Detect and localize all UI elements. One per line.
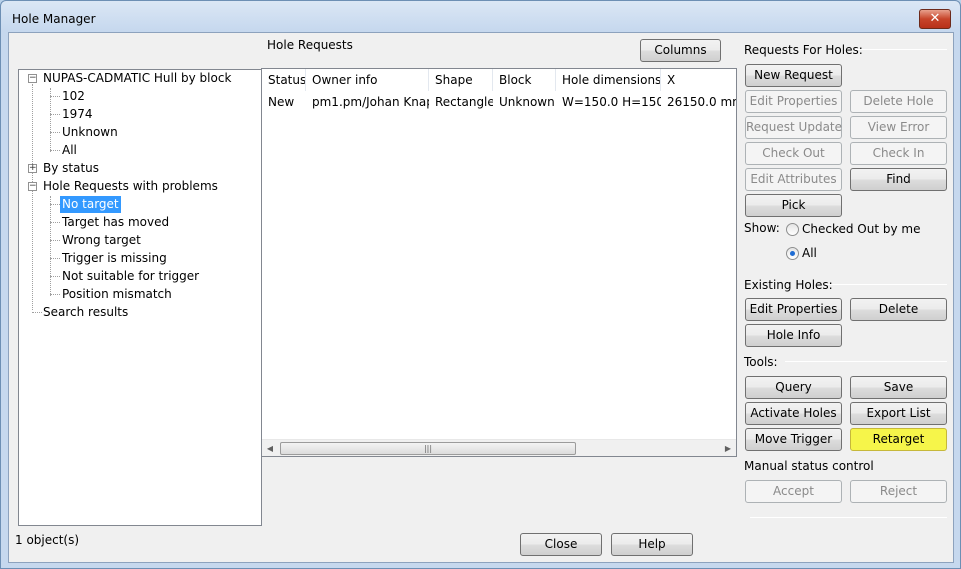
tree-item-problems[interactable]: Hole Requests with problems bbox=[43, 178, 218, 195]
find-button[interactable]: Find bbox=[850, 168, 947, 191]
tree-item-problem[interactable]: Wrong target bbox=[62, 232, 141, 249]
export-list-button[interactable]: Export List bbox=[850, 402, 947, 425]
hole-requests-table[interactable]: Status Owner info Shape Block Hole dimen… bbox=[261, 68, 737, 457]
tree-item-search-results[interactable]: Search results bbox=[43, 304, 128, 321]
separator bbox=[855, 49, 947, 50]
tree-connector bbox=[50, 222, 60, 223]
window-title: Hole Manager bbox=[12, 12, 96, 26]
tree-connector bbox=[50, 258, 60, 259]
tree-item-by-status[interactable]: By status bbox=[43, 160, 99, 177]
query-button[interactable]: Query bbox=[745, 376, 842, 399]
table-cell-x[interactable]: 26150.0 mm bbox=[661, 93, 736, 111]
tree-connector bbox=[50, 204, 60, 205]
edit-properties-hole-button[interactable]: Edit Properties bbox=[745, 298, 842, 321]
all-radio[interactable] bbox=[786, 247, 799, 260]
tree-connector bbox=[50, 114, 60, 115]
tree-connector bbox=[50, 294, 60, 295]
title-bar[interactable]: Hole Manager ✕ bbox=[1, 1, 960, 33]
checked-out-by-me-radio[interactable] bbox=[786, 223, 799, 236]
check-out-button[interactable]: Check Out bbox=[745, 142, 842, 165]
tools-label: Tools: bbox=[744, 355, 778, 369]
new-request-button[interactable]: New Request bbox=[745, 64, 842, 87]
table-cell-owner[interactable]: pm1.pm/Johan Knap bbox=[306, 93, 429, 111]
column-header-block[interactable]: Block bbox=[493, 69, 556, 91]
tree-connector bbox=[32, 312, 42, 313]
tree-item-problem[interactable]: Position mismatch bbox=[62, 286, 172, 303]
delete-hole-button[interactable]: Delete Hole bbox=[850, 90, 947, 113]
tree-item-problem[interactable]: Not suitable for trigger bbox=[62, 268, 199, 285]
reject-button[interactable]: Reject bbox=[850, 480, 947, 503]
column-header-shape[interactable]: Shape bbox=[429, 69, 493, 91]
all-label[interactable]: All bbox=[802, 246, 817, 260]
column-header-status[interactable]: Status bbox=[262, 69, 306, 91]
checked-out-by-me-label[interactable]: Checked Out by me bbox=[802, 222, 920, 236]
table-cell-dimensions[interactable]: W=150.0 H=150.0 bbox=[556, 93, 661, 111]
tree-item-problem[interactable]: Target has moved bbox=[62, 214, 169, 231]
check-in-button[interactable]: Check In bbox=[850, 142, 947, 165]
table-cell-shape[interactable]: Rectangle bbox=[429, 93, 493, 111]
edit-properties-request-button[interactable]: Edit Properties bbox=[745, 90, 842, 113]
hole-manager-window: Hole Manager ✕ − NUPAS-CADMATIC Hull by … bbox=[0, 0, 961, 569]
manual-status-control-label: Manual status control bbox=[744, 459, 874, 473]
tree-item-root[interactable]: NUPAS-CADMATIC Hull by block bbox=[43, 70, 231, 87]
tree-connector bbox=[32, 84, 33, 310]
tree-collapse-icon[interactable]: − bbox=[28, 182, 37, 191]
table-cell-block[interactable]: Unknown bbox=[493, 93, 556, 111]
tree-item-block[interactable]: Unknown bbox=[62, 124, 118, 141]
show-label: Show: bbox=[744, 221, 780, 235]
tree-item-block[interactable]: All bbox=[62, 142, 77, 159]
move-trigger-button[interactable]: Move Trigger bbox=[745, 428, 842, 451]
requests-for-holes-label: Requests For Holes: bbox=[744, 43, 863, 57]
tree-item-block[interactable]: 1974 bbox=[62, 106, 93, 123]
tree-connector bbox=[50, 196, 51, 296]
tree-connector bbox=[50, 276, 60, 277]
scroll-left-icon[interactable]: ◀ bbox=[264, 442, 276, 455]
tree-connector bbox=[50, 88, 51, 152]
retarget-button[interactable]: Retarget bbox=[850, 428, 947, 451]
activate-holes-button[interactable]: Activate Holes bbox=[745, 402, 842, 425]
scrollbar-thumb[interactable]: ||| bbox=[280, 442, 576, 455]
tree-item-block[interactable]: 102 bbox=[62, 88, 85, 105]
hole-requests-title: Hole Requests bbox=[267, 38, 353, 52]
scroll-right-icon[interactable]: ▶ bbox=[722, 442, 734, 455]
tree-collapse-icon[interactable]: − bbox=[28, 74, 37, 83]
edit-attributes-button[interactable]: Edit Attributes bbox=[745, 168, 842, 191]
save-button[interactable]: Save bbox=[850, 376, 947, 399]
tree-connector bbox=[50, 150, 60, 151]
hole-tree-view[interactable]: − NUPAS-CADMATIC Hull by block 102 1974 … bbox=[18, 69, 262, 526]
request-update-button[interactable]: Request Update bbox=[745, 116, 842, 139]
column-header-owner-info[interactable]: Owner info bbox=[306, 69, 429, 91]
separator bbox=[785, 361, 947, 362]
dialog-client-area: − NUPAS-CADMATIC Hull by block 102 1974 … bbox=[8, 32, 954, 563]
tree-expand-icon[interactable]: + bbox=[28, 164, 37, 173]
accept-button[interactable]: Accept bbox=[745, 480, 842, 503]
tree-item-problem[interactable]: Trigger is missing bbox=[62, 250, 167, 267]
tree-item-no-target[interactable]: No target bbox=[60, 196, 121, 213]
object-count-status: 1 object(s) bbox=[15, 533, 80, 547]
view-error-button[interactable]: View Error bbox=[850, 116, 947, 139]
tree-connector bbox=[50, 240, 60, 241]
existing-holes-label: Existing Holes: bbox=[744, 278, 833, 292]
pick-button[interactable]: Pick bbox=[745, 194, 842, 217]
separator bbox=[826, 284, 947, 285]
window-close-button[interactable]: ✕ bbox=[919, 9, 951, 29]
tree-connector bbox=[50, 96, 60, 97]
delete-button[interactable]: Delete bbox=[850, 298, 947, 321]
separator bbox=[750, 517, 947, 518]
table-cell-status[interactable]: New bbox=[262, 93, 306, 111]
columns-button[interactable]: Columns bbox=[640, 39, 721, 62]
column-header-hole-dimensions[interactable]: Hole dimensions bbox=[556, 69, 661, 91]
close-button[interactable]: Close bbox=[520, 533, 602, 556]
column-header-x[interactable]: X bbox=[661, 69, 736, 91]
hole-info-button[interactable]: Hole Info bbox=[745, 324, 842, 347]
horizontal-scrollbar[interactable]: ◀ ||| ▶ bbox=[262, 439, 736, 456]
help-button[interactable]: Help bbox=[611, 533, 693, 556]
tree-connector bbox=[50, 132, 60, 133]
